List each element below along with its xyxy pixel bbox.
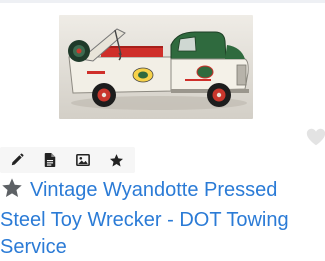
pencil-icon xyxy=(11,153,24,166)
star-icon xyxy=(109,153,123,166)
document-button[interactable] xyxy=(39,149,61,171)
listing-toolbar xyxy=(0,147,135,173)
listing-title: Vintage Wyandotte Pressed Steel Toy Wrec… xyxy=(0,177,325,261)
favorite-button[interactable] xyxy=(305,126,325,148)
image-icon xyxy=(76,153,90,167)
star-icon xyxy=(0,177,24,207)
document-icon xyxy=(44,153,56,167)
top-divider xyxy=(0,0,325,3)
favorite-star-button[interactable] xyxy=(105,149,127,171)
heart-icon xyxy=(306,128,325,146)
listing-photo[interactable] xyxy=(59,15,253,119)
listing-title-link[interactable]: Vintage Wyandotte Pressed Steel Toy Wrec… xyxy=(0,179,289,258)
edit-button[interactable] xyxy=(6,149,28,171)
image-button[interactable] xyxy=(72,149,94,171)
toy-truck-image xyxy=(59,15,253,119)
